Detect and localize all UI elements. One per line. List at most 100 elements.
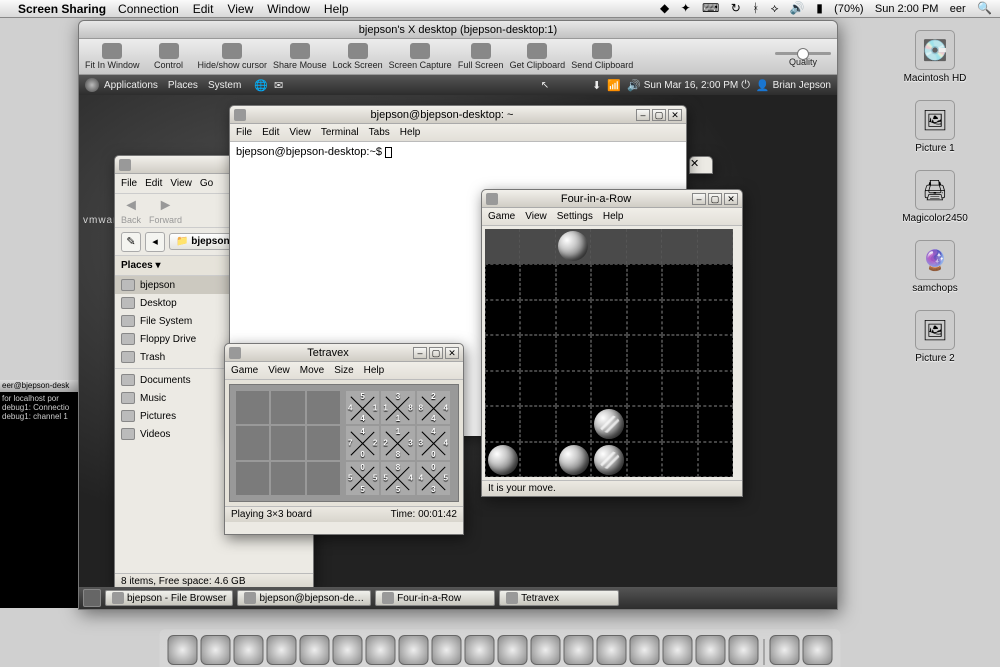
tetravex-tile[interactable]: 2484 (417, 391, 450, 424)
term-edit-menu[interactable]: Edit (262, 127, 279, 138)
taskbar-item-four[interactable]: Four-in-a-Row (375, 590, 495, 606)
view-menu[interactable]: View (170, 178, 192, 189)
menu-view[interactable]: View (227, 2, 253, 16)
close-button[interactable]: ✕ (668, 109, 682, 121)
tetra-help-menu[interactable]: Help (364, 365, 385, 376)
dock-terminal-icon[interactable] (465, 635, 495, 665)
menu-edit[interactable]: Edit (193, 2, 214, 16)
menu-window[interactable]: Window (267, 2, 310, 16)
close-button[interactable]: ✕ (445, 347, 459, 359)
full-screen-button[interactable]: Full Screen (458, 43, 504, 70)
taskbar-item-filebrowser[interactable]: bjepson - File Browser (105, 590, 233, 606)
dock-ical-icon[interactable] (366, 635, 396, 665)
dock-itunes-icon[interactable] (333, 635, 363, 665)
go-menu[interactable]: Go (200, 178, 213, 189)
tetravex-tile[interactable]: 5441 (346, 391, 379, 424)
host-terminal-window[interactable]: eer@bjepson-desk for localhost por debug… (0, 380, 78, 608)
user-switch-icon[interactable]: 👤 (756, 79, 770, 92)
tetra-game-menu[interactable]: Game (231, 365, 258, 376)
dock-app-icon[interactable] (663, 635, 693, 665)
tetravex-tile[interactable]: 0555 (346, 462, 379, 495)
sync-icon[interactable]: ✦ (681, 1, 691, 15)
dock-addressbook-icon[interactable] (399, 635, 429, 665)
menu-help[interactable]: Help (324, 2, 349, 16)
keyboard-icon[interactable]: ⌨ (702, 1, 719, 15)
term-view-menu[interactable]: View (289, 127, 311, 138)
gnome-user[interactable]: Brian Jepson (773, 80, 831, 91)
term-file-menu[interactable]: File (236, 127, 252, 138)
applications-menu[interactable]: Applications (104, 80, 158, 91)
timemachine-icon[interactable]: ↻ (731, 1, 741, 15)
dock-ichat-icon[interactable] (300, 635, 330, 665)
dock-downloads-icon[interactable] (770, 635, 800, 665)
mail-launcher-icon[interactable]: ✉ (274, 79, 283, 92)
minimize-button[interactable]: – (692, 193, 706, 205)
spaces-icon[interactable]: ◆ (660, 1, 669, 15)
back-button[interactable]: ◄Back (121, 197, 141, 225)
maximize-button[interactable]: ▢ (708, 193, 722, 205)
tetravex-body[interactable]: 544131182484407218234034055585540345 (225, 380, 463, 506)
volume-icon[interactable]: 🔊 (790, 1, 805, 15)
spotlight-icon[interactable]: 🔍 (977, 1, 992, 15)
quality-slider-track[interactable] (775, 52, 831, 55)
location-button[interactable]: 📁 bjepson (169, 233, 237, 250)
term-help-menu[interactable]: Help (400, 127, 421, 138)
edit-location-button[interactable]: ✎ (121, 232, 141, 252)
tetravex-tile[interactable]: 0345 (417, 462, 450, 495)
desktop-icon-picture2[interactable]: 🖼Picture 2 (900, 310, 970, 364)
fit-in-window-button[interactable]: Fit In Window (85, 43, 140, 70)
quality-slider[interactable]: Quality (775, 46, 831, 67)
marble-piece[interactable] (558, 231, 588, 261)
user-menu[interactable]: eer (950, 3, 966, 15)
term-terminal-menu[interactable]: Terminal (321, 127, 359, 138)
desktop-icon-hd[interactable]: 💽Macintosh HD (900, 30, 970, 84)
forward-button[interactable]: ►Forward (149, 197, 182, 225)
dock-safari-icon[interactable] (267, 635, 297, 665)
desktop-icon-picture1[interactable]: 🖼Picture 1 (900, 100, 970, 154)
places-menu[interactable]: Places (168, 80, 198, 91)
four-help-menu[interactable]: Help (603, 211, 624, 222)
dock-app-icon[interactable] (531, 635, 561, 665)
dock-app-icon[interactable] (597, 635, 627, 665)
send-clipboard-button[interactable]: Send Clipboard (571, 43, 633, 70)
maximize-button[interactable]: ▢ (429, 347, 443, 359)
battery-icon[interactable]: ▮ (816, 1, 823, 15)
dock-app-icon[interactable] (696, 635, 726, 665)
tetravex-tile[interactable]: 4072 (346, 426, 379, 459)
four-settings-menu[interactable]: Settings (557, 211, 593, 222)
close-button[interactable]: ✕ (724, 193, 738, 205)
dock-app-icon[interactable] (630, 635, 660, 665)
system-menu[interactable]: System (208, 80, 241, 91)
minimize-button[interactable]: – (413, 347, 427, 359)
tetravex-tile-tray[interactable]: 544131182484407218234034055585540345 (346, 391, 450, 495)
bluetooth-icon[interactable]: ᚼ (752, 1, 759, 15)
dock-screenshare-icon[interactable] (729, 635, 759, 665)
tetravex-tile[interactable]: 8554 (381, 462, 414, 495)
dock-finder-icon[interactable] (168, 635, 198, 665)
edit-menu[interactable]: Edit (145, 178, 162, 189)
dock-trash-icon[interactable] (803, 635, 833, 665)
dock-preview-icon[interactable] (432, 635, 462, 665)
maximize-button[interactable]: ▢ (652, 109, 666, 121)
tetravex-window[interactable]: Tetravex – ▢ ✕ Game View Move Size Help (224, 343, 464, 535)
shutdown-icon[interactable]: ⏻ (741, 79, 750, 92)
screen-capture-button[interactable]: Screen Capture (389, 43, 452, 70)
remote-desktop[interactable]: Applications Places System 🌐 ✉ ↖ ⬇ 📶 🔊 S… (79, 75, 837, 609)
browser-launcher-icon[interactable]: 🌐 (254, 79, 268, 92)
mac-dock[interactable] (160, 629, 841, 667)
gnome-clock[interactable]: Sun Mar 16, 2:00 PM (644, 80, 739, 91)
tetravex-tile[interactable]: 3118 (381, 391, 414, 424)
four-view-menu[interactable]: View (525, 211, 547, 222)
minimize-button[interactable]: – (636, 109, 650, 121)
menu-connection[interactable]: Connection (118, 2, 179, 16)
show-desktop-button[interactable] (83, 589, 101, 607)
tetra-view-menu[interactable]: View (268, 365, 290, 376)
desktop-icon-samchops[interactable]: 🔮samchops (900, 240, 970, 294)
hide-show-cursor-button[interactable]: Hide/show cursor (198, 43, 268, 70)
app-menu[interactable]: Screen Sharing (18, 2, 106, 16)
screen-sharing-title[interactable]: bjepson's X desktop (bjepson-desktop:1) (79, 21, 837, 39)
dock-mail-icon[interactable] (234, 635, 264, 665)
tetra-size-menu[interactable]: Size (334, 365, 353, 376)
tetravex-tile[interactable]: 1823 (381, 426, 414, 459)
taskbar-item-terminal[interactable]: bjepson@bjepson-de… (237, 590, 371, 606)
